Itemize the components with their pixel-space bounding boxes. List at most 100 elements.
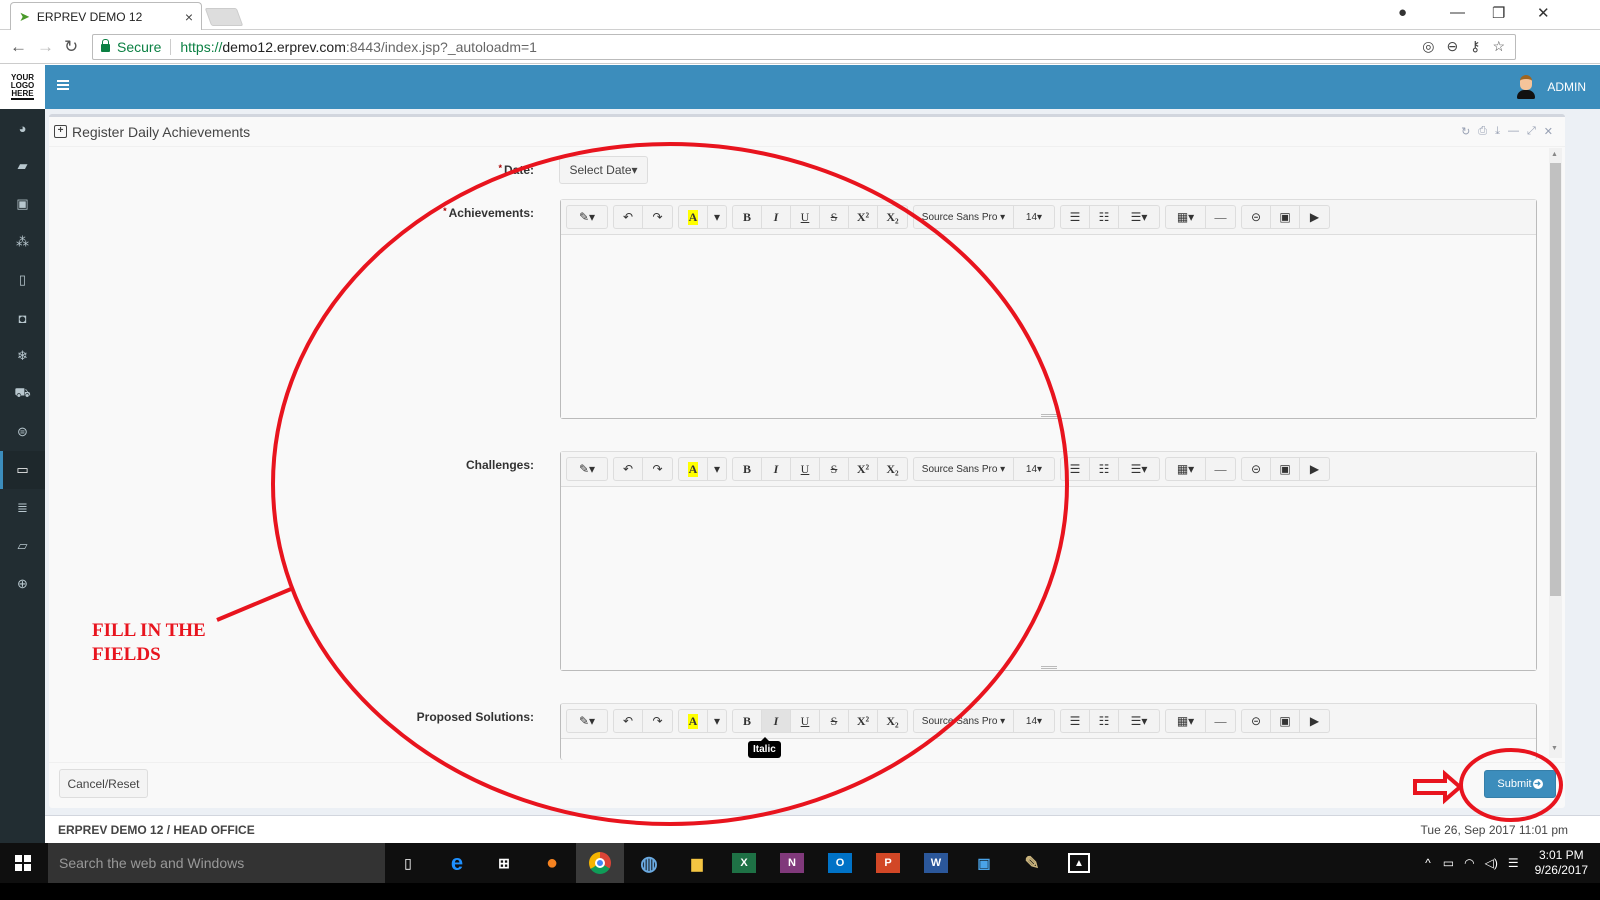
sidebar-item-desktop[interactable]: ▭	[0, 451, 45, 489]
taskbar-clock[interactable]: 3:01 PM 9/26/2017	[1535, 848, 1588, 878]
scrollbar-thumb[interactable]	[1550, 163, 1561, 596]
edge-icon[interactable]: e	[445, 850, 469, 875]
battery-icon[interactable]: ▭	[1443, 856, 1454, 870]
subscript-button[interactable]: X₂	[878, 458, 907, 480]
insert-link-button[interactable]: ⊝	[1242, 710, 1271, 732]
firefox-icon[interactable]: ●	[540, 851, 564, 875]
safari-icon[interactable]: ◍	[637, 851, 661, 875]
minimize-icon[interactable]: —	[1508, 125, 1519, 138]
editor-content-area[interactable]	[561, 487, 1536, 670]
refresh-icon[interactable]: ↻	[1461, 125, 1470, 138]
style-dropdown-button[interactable]: ✎▾	[567, 206, 607, 228]
sidebar-item-support[interactable]: ⊕	[0, 565, 45, 603]
ordered-list-button[interactable]: ☷	[1090, 458, 1119, 480]
sidebar-item-book[interactable]: ▱	[0, 527, 45, 565]
text-color-dropdown-button[interactable]: ▾	[708, 458, 726, 480]
insert-link-button[interactable]: ⊝	[1242, 458, 1271, 480]
submit-button[interactable]: Submit ➜	[1484, 770, 1556, 798]
windows-start-icon[interactable]	[15, 855, 31, 871]
back-icon[interactable]: ←	[10, 37, 27, 57]
font-family-dropdown[interactable]: Source Sans Pro ▾	[914, 458, 1014, 480]
close-icon[interactable]: ✕	[1544, 125, 1553, 138]
volume-icon[interactable]: ◁)	[1485, 856, 1498, 870]
bookmark-star-icon[interactable]: ☆	[1492, 38, 1505, 55]
font-size-dropdown[interactable]: 14▾	[1014, 206, 1054, 228]
close-window-icon[interactable]: ✕	[1537, 4, 1550, 22]
insert-video-button[interactable]: ▶	[1300, 458, 1329, 480]
font-size-dropdown[interactable]: 14▾	[1014, 710, 1054, 732]
ordered-list-button[interactable]: ☷	[1090, 206, 1119, 228]
style-dropdown-button[interactable]: ✎▾	[567, 458, 607, 480]
cancel-reset-button[interactable]: Cancel/Reset	[59, 769, 148, 798]
profile-icon[interactable]: ●	[1398, 4, 1407, 21]
paragraph-align-dropdown[interactable]: ☰▾	[1119, 710, 1159, 732]
editor-resize-handle[interactable]	[1041, 666, 1057, 669]
insert-video-button[interactable]: ▶	[1300, 206, 1329, 228]
italic-button[interactable]: I	[762, 458, 791, 480]
excel-icon[interactable]: X	[732, 853, 756, 873]
sidebar-item-cart[interactable]: ⛟	[0, 375, 45, 413]
browser-tab[interactable]: ➤ ERPREV DEMO 12 ×	[10, 2, 202, 30]
select-date-button[interactable]: Select Date▾	[559, 156, 648, 184]
font-family-dropdown[interactable]: Source Sans Pro ▾	[914, 206, 1014, 228]
text-color-button[interactable]: A	[679, 710, 708, 732]
bold-button[interactable]: B	[733, 206, 762, 228]
sidebar-item-tickets[interactable]: ▰	[0, 147, 45, 185]
strikethrough-button[interactable]: S	[820, 710, 849, 732]
text-color-button[interactable]: A	[679, 206, 708, 228]
insert-picture-button[interactable]: ▣	[1271, 206, 1300, 228]
unordered-list-button[interactable]: ☰	[1061, 710, 1090, 732]
print-icon[interactable]: ⎙	[1478, 125, 1487, 138]
restore-window-icon[interactable]: ❐	[1492, 4, 1505, 22]
horizontal-rule-button[interactable]: —	[1206, 710, 1235, 732]
undo-button[interactable]: ↶	[614, 206, 643, 228]
subscript-button[interactable]: X₂	[878, 206, 907, 228]
onenote-icon[interactable]: N	[780, 853, 804, 873]
scroll-up-icon[interactable]: ▲	[1551, 151, 1558, 158]
insert-video-button[interactable]: ▶	[1300, 710, 1329, 732]
notifications-icon[interactable]: ☰	[1508, 856, 1519, 870]
sidebar-item-dashboard[interactable]: ◕	[0, 109, 45, 147]
undo-button[interactable]: ↶	[614, 458, 643, 480]
address-bar[interactable]: Secure https://demo12.erprev.com:8443/in…	[92, 34, 1516, 60]
download-icon[interactable]: ⤓	[1495, 125, 1500, 138]
file-explorer-icon[interactable]: ▆	[685, 851, 709, 875]
sidebar-item-snowflake[interactable]: ❄	[0, 337, 45, 375]
insert-table-button[interactable]: ▦▾	[1166, 710, 1206, 732]
insert-table-button[interactable]: ▦▾	[1166, 206, 1206, 228]
strikethrough-button[interactable]: S	[820, 458, 849, 480]
wifi-icon[interactable]: ◠	[1464, 856, 1474, 870]
menu-toggle-icon[interactable]	[57, 80, 69, 90]
outlook-icon[interactable]: O	[828, 853, 852, 873]
paint-icon[interactable]: ✎	[1020, 851, 1044, 875]
paragraph-align-dropdown[interactable]: ☰▾	[1119, 206, 1159, 228]
italic-button[interactable]: I	[762, 206, 791, 228]
insert-table-button[interactable]: ▦▾	[1166, 458, 1206, 480]
editor-content-area[interactable]	[561, 739, 1536, 759]
secure-indicator[interactable]: Secure	[101, 39, 161, 55]
photos-icon[interactable]: ▲	[1068, 853, 1090, 873]
undo-button[interactable]: ↶	[614, 710, 643, 732]
expand-icon[interactable]: ⤢	[1527, 125, 1536, 138]
ordered-list-button[interactable]: ☷	[1090, 710, 1119, 732]
superscript-button[interactable]: X²	[849, 206, 878, 228]
sidebar-item-money[interactable]: ▣	[0, 185, 45, 223]
horizontal-rule-button[interactable]: —	[1206, 458, 1235, 480]
location-icon[interactable]: ◎	[1422, 38, 1434, 55]
underline-button[interactable]: U	[791, 206, 820, 228]
insert-picture-button[interactable]: ▣	[1271, 458, 1300, 480]
store-icon[interactable]: ⊞	[492, 851, 516, 875]
redo-button[interactable]: ↷	[643, 458, 672, 480]
sidebar-item-inventory[interactable]: ⁂	[0, 223, 45, 261]
chrome-icon[interactable]	[576, 843, 624, 883]
text-color-button[interactable]: A	[679, 458, 708, 480]
zoom-out-icon[interactable]: ⊖	[1446, 38, 1458, 55]
horizontal-rule-button[interactable]: —	[1206, 206, 1235, 228]
editor-content-area[interactable]	[561, 235, 1536, 418]
company-logo[interactable]: YOUR LOGO HERE	[0, 65, 45, 109]
text-color-dropdown-button[interactable]: ▾	[708, 206, 726, 228]
paragraph-align-dropdown[interactable]: ☰▾	[1119, 458, 1159, 480]
underline-button[interactable]: U	[791, 710, 820, 732]
user-menu[interactable]: ADMIN	[1517, 75, 1586, 99]
sidebar-item-building[interactable]: ▯	[0, 261, 45, 299]
